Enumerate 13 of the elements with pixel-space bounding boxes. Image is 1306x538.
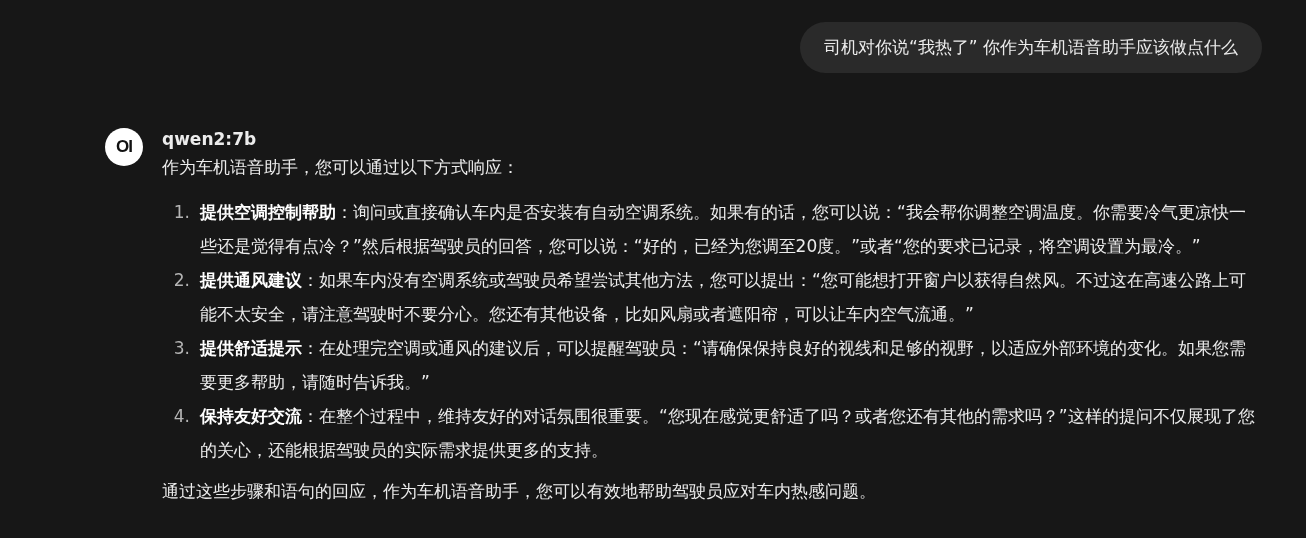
list-item-text: 提供通风建议：如果车内没有空调系统或驾驶员希望尝试其他方法，您可以提出：“您可能想打开窗户以获得自然风。不过这在高速公路上可能不太安全，请注意驾驶时不要分心。您还有其他设备，比如风扇或者遮阳帘，可以让车内空气流通。” <box>200 269 1247 326</box>
list-number: 3. <box>172 337 191 360</box>
user-message: 司机对你说“我热了” 你作为车机语音助手应该做点什么 <box>799 22 1262 73</box>
list-number: 4. <box>172 405 191 428</box>
list-number: 1. <box>172 201 191 224</box>
model-avatar: OI <box>105 128 143 166</box>
response-conclusion: 通过这些步骤和语句的回应，作为车机语音助手，您可以有效地帮助驾驶员应对车内热感问题。 <box>162 480 877 503</box>
list-item-text: 提供空调控制帮助：询问或直接确认车内是否安装有自动空调系统。如果有的话，您可以说：“我会帮你调整空调温度。你需要冷气更凉快一些还是觉得有点冷？”然后根据驾驶员的回答，您可以说：“好的，已经为您调至20度。”或者“您的要求已记录，将空调设置为最冷。” <box>200 201 1247 258</box>
model-name: qwen2:7b <box>162 128 258 151</box>
list-item-text: 保持友好交流：在整个过程中，维持友好的对话氛围很重要。“您现在感觉更舒适了吗？或者您还有其他的需求吗？”这样的提问不仅展现了您的关心，还能根据驾驶员的实际需求提供更多的支持。 <box>200 405 1256 462</box>
list-number: 2. <box>172 269 191 292</box>
response-intro: 作为车机语音助手，您可以通过以下方式响应： <box>162 156 520 179</box>
list-item-text: 提供舒适提示：在处理完空调或通风的建议后，可以提醒驾驶员：“请确保保持良好的视线和足够的视野，以适应外部环境的变化。如果您需要更多帮助，请随时告诉我。” <box>200 337 1247 394</box>
